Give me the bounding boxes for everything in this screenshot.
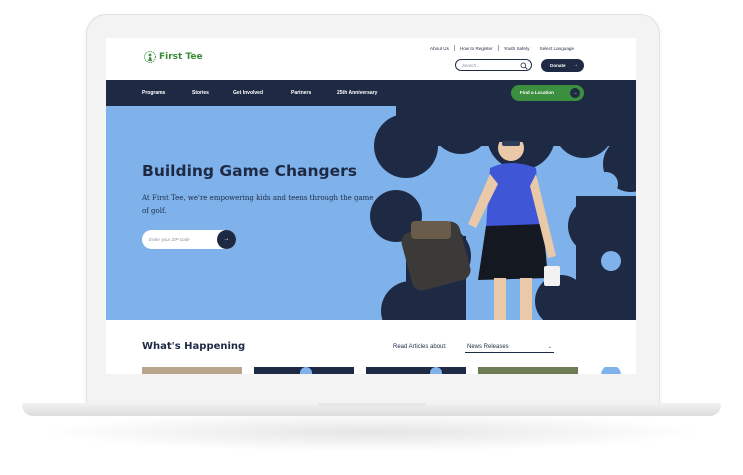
laptop-notch bbox=[318, 403, 426, 407]
filter-selected-value: News Releases bbox=[467, 344, 509, 350]
nav-item-programs[interactable]: Programs bbox=[142, 80, 165, 106]
chevron-down-icon: ⌄ bbox=[547, 344, 552, 350]
zip-placeholder: Enter your ZIP code bbox=[149, 237, 190, 242]
article-card-image bbox=[478, 367, 578, 374]
article-card-image bbox=[142, 367, 242, 374]
main-nav: Programs Stories Get Involved Partners 2… bbox=[106, 80, 636, 106]
nav-item-get-involved[interactable]: Get Involved bbox=[233, 80, 263, 106]
donate-button[interactable]: Donate → bbox=[541, 59, 584, 72]
browser-screen: First Tee About Us How to Register Youth… bbox=[106, 38, 636, 374]
site-logo[interactable]: First Tee bbox=[144, 50, 203, 64]
find-location-label: Find a Location bbox=[520, 90, 554, 95]
find-location-button[interactable]: Find a Location → bbox=[511, 85, 584, 101]
zip-code-input[interactable]: Enter your ZIP code → bbox=[142, 230, 236, 249]
read-articles-label: Read Articles about: bbox=[393, 344, 447, 350]
hero-banner: Building Game Changers At First Tee, we'… bbox=[106, 106, 636, 320]
arrow-right-icon: → bbox=[573, 62, 578, 68]
article-card-image bbox=[366, 367, 466, 374]
about-us-link[interactable]: About Us bbox=[425, 46, 454, 51]
search-input[interactable]: Search ... bbox=[455, 59, 532, 71]
utility-links: About Us How to Register Youth Safety Se… bbox=[425, 45, 579, 51]
logo-text: First Tee bbox=[159, 52, 203, 62]
zip-submit-button[interactable]: → bbox=[217, 230, 236, 249]
search-icon[interactable] bbox=[520, 62, 528, 70]
golfer-logo-icon bbox=[144, 51, 156, 63]
arrow-right-icon: → bbox=[570, 88, 580, 98]
site-header: First Tee About Us How to Register Youth… bbox=[106, 38, 636, 80]
donate-label: Donate bbox=[550, 63, 566, 68]
hero-title: Building Game Changers bbox=[142, 162, 358, 180]
nav-item-25th-anniversary[interactable]: 25th Anniversary bbox=[337, 80, 377, 106]
how-to-register-link[interactable]: How to Register bbox=[455, 46, 498, 51]
section-title: What's Happening bbox=[142, 341, 246, 352]
hero-subtitle: At First Tee, we're empowering kids and … bbox=[142, 194, 374, 215]
youth-safety-link[interactable]: Youth Safety bbox=[499, 46, 535, 51]
laptop-shadow bbox=[40, 412, 703, 452]
select-language-link[interactable]: Select Language bbox=[535, 46, 579, 51]
nav-item-partners[interactable]: Partners bbox=[291, 80, 311, 106]
article-filter-select[interactable]: News Releases ⌄ bbox=[465, 341, 554, 353]
article-cards-strip bbox=[142, 367, 621, 374]
nav-item-stories[interactable]: Stories bbox=[192, 80, 209, 106]
search-placeholder: Search ... bbox=[462, 62, 481, 68]
